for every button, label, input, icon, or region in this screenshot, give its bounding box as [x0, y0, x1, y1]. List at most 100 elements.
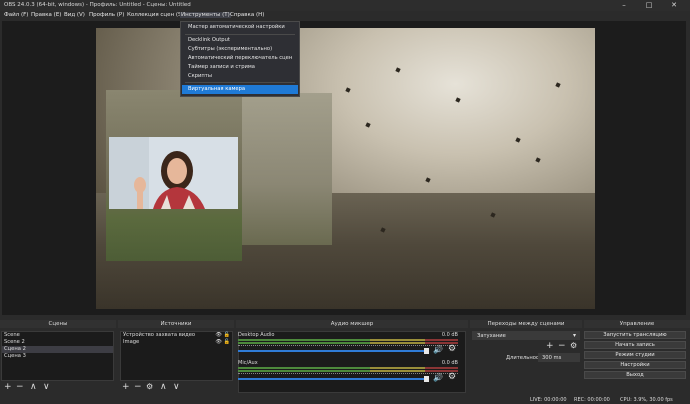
particle	[515, 137, 521, 143]
scene-item[interactable]: Сцена 3	[2, 353, 113, 360]
scenes-dock: Сцены Scene Scene 2 Сцена 2 Сцена 3 + − …	[0, 320, 116, 396]
gear-icon[interactable]: ⚙	[448, 344, 456, 354]
add-transition-button[interactable]: +	[546, 341, 554, 351]
controls-title: Управление	[584, 320, 690, 328]
duration-field[interactable]: 300 ms	[538, 353, 580, 362]
menu-item-scripts[interactable]: Скрипты	[182, 72, 298, 81]
exit-button[interactable]: Выход	[584, 371, 686, 379]
volume-slider-knob[interactable]	[424, 376, 429, 382]
particle	[365, 122, 371, 128]
scenes-title: Сцены	[0, 320, 116, 328]
studio-mode-button[interactable]: Режим студии	[584, 351, 686, 359]
transition-selected: Затухание	[477, 333, 506, 339]
preview-canvas	[96, 28, 595, 309]
menu-item-auto-scene-switcher[interactable]: Автоматический переключатель сцен	[182, 54, 298, 63]
volume-meter	[238, 339, 458, 341]
live-time: LIVE: 00:00:00	[530, 397, 567, 403]
menu-item-captions[interactable]: Субтитры (экспериментально)	[182, 45, 298, 54]
scene-up-button[interactable]: ∧	[30, 382, 37, 392]
transitions-title: Переходы между сценами	[470, 320, 582, 328]
menu-item-virtual-camera[interactable]: Виртуальная камера	[182, 85, 298, 94]
source-item[interactable]: Устройство захвата видео 👁 🔓	[121, 332, 232, 339]
webcam-image	[109, 137, 238, 209]
transitions-dock: Переходы между сценами Затухание ▾ + − ⚙…	[470, 320, 582, 396]
volume-meter	[238, 367, 458, 369]
scene-item-selected[interactable]: Сцена 2	[2, 346, 113, 353]
menu-bar: Файл (F) Правка (E) Вид (V) Профиль (P) …	[0, 11, 690, 21]
audio-mixer-title: Аудио микшер	[236, 320, 468, 328]
particle	[425, 177, 431, 183]
remove-scene-button[interactable]: −	[16, 382, 24, 392]
sources-dock: Источники Устройство захвата видео 👁 🔓 I…	[118, 320, 234, 396]
particle	[395, 67, 401, 73]
volume-meter	[238, 370, 458, 372]
lock-icon[interactable]: 🔓	[224, 339, 230, 346]
remove-source-button[interactable]: −	[134, 382, 142, 392]
channel-db: 0.0 dB	[441, 360, 458, 366]
window-title: OBS 24.0.3 (64-bit, windows) - Профиль: …	[4, 2, 191, 8]
start-streaming-button[interactable]: Запустить трансляцию	[584, 331, 686, 339]
menu-separator	[185, 34, 295, 35]
channel-name: Desktop Audio	[238, 332, 275, 338]
transition-select[interactable]: Затухание ▾	[472, 331, 580, 340]
particle	[455, 97, 461, 103]
lock-icon[interactable]: 🔓	[224, 332, 230, 339]
scene-item[interactable]: Scene 2	[2, 339, 113, 346]
source-item[interactable]: Image 👁 🔓	[121, 339, 232, 346]
mixer-channel-desktop-audio: Desktop Audio 0.0 dB 🔊 ⚙	[238, 332, 462, 356]
mixer-channel-mic-aux: Mic/Aux 0.0 dB 🔊 ⚙	[238, 360, 462, 384]
menu-separator	[185, 82, 295, 83]
cube-side-face	[242, 93, 332, 245]
volume-slider[interactable]	[238, 350, 424, 352]
menu-scene-collection[interactable]: Коллекция сцен (S)	[126, 12, 185, 18]
menu-item-auto-config-wizard[interactable]: Мастер автоматической настройки	[182, 23, 298, 32]
menu-file[interactable]: Файл (F)	[3, 12, 29, 18]
menu-edit[interactable]: Правка (E)	[30, 12, 62, 18]
settings-button[interactable]: Настройки	[584, 361, 686, 369]
particle	[535, 157, 541, 163]
source-up-button[interactable]: ∧	[160, 382, 167, 392]
volume-slider-knob[interactable]	[424, 348, 429, 354]
eye-icon[interactable]: 👁	[215, 339, 222, 346]
tools-dropdown-menu: Мастер автоматической настройки Decklink…	[180, 21, 300, 97]
menu-item-output-timer[interactable]: Таймер записи и стрима	[182, 63, 298, 72]
menu-profile[interactable]: Профиль (P)	[88, 12, 125, 18]
sources-title: Источники	[118, 320, 234, 328]
eye-icon[interactable]: 👁	[215, 332, 222, 339]
source-settings-gear-icon[interactable]: ⚙	[146, 382, 153, 392]
start-recording-button[interactable]: Начать запись	[584, 341, 686, 349]
menu-view[interactable]: Вид (V)	[63, 12, 86, 18]
title-bar: OBS 24.0.3 (64-bit, windows) - Профиль: …	[0, 0, 690, 11]
duration-value: 300 ms	[542, 355, 562, 361]
channel-name: Mic/Aux	[238, 360, 258, 366]
source-down-button[interactable]: ∨	[173, 382, 180, 392]
status-bar: LIVE: 00:00:00 REC: 00:00:00 CPU: 3.9%, …	[0, 396, 690, 404]
volume-slider[interactable]	[238, 378, 424, 380]
channel-db: 0.0 dB	[441, 332, 458, 338]
scene-down-button[interactable]: ∨	[43, 382, 50, 392]
scene-item[interactable]: Scene	[2, 332, 113, 339]
rec-time: REC: 00:00:00	[574, 397, 610, 403]
source-label: Устройство захвата видео	[123, 332, 196, 338]
preview-area[interactable]	[2, 21, 686, 315]
minimize-button[interactable]: –	[612, 0, 636, 10]
gear-icon[interactable]: ⚙	[448, 372, 456, 382]
remove-transition-button[interactable]: −	[558, 341, 566, 351]
add-scene-button[interactable]: +	[4, 382, 12, 392]
menu-tools[interactable]: Инструменты (T)	[180, 12, 231, 18]
audio-mixer-dock: Аудио микшер Desktop Audio 0.0 dB 🔊 ⚙ Mi…	[236, 320, 468, 396]
add-source-button[interactable]: +	[122, 382, 130, 392]
menu-item-decklink-output[interactable]: Decklink Output	[182, 36, 298, 45]
sources-list[interactable]: Устройство захвата видео 👁 🔓 Image 👁 🔓	[120, 331, 233, 381]
scenes-list[interactable]: Scene Scene 2 Сцена 2 Сцена 3	[1, 331, 114, 381]
menu-help[interactable]: Справка (H)	[229, 12, 265, 18]
transition-gear-icon[interactable]: ⚙	[570, 341, 577, 351]
speaker-icon[interactable]: 🔊	[433, 373, 443, 382]
particle	[345, 87, 351, 93]
maximize-button[interactable]: □	[637, 0, 661, 10]
speaker-icon[interactable]: 🔊	[433, 345, 443, 354]
source-label: Image	[123, 339, 140, 345]
cpu-fps: CPU: 3.9%, 30.00 fps	[620, 397, 673, 403]
volume-meter	[238, 342, 458, 344]
close-button[interactable]: ✕	[662, 0, 686, 10]
